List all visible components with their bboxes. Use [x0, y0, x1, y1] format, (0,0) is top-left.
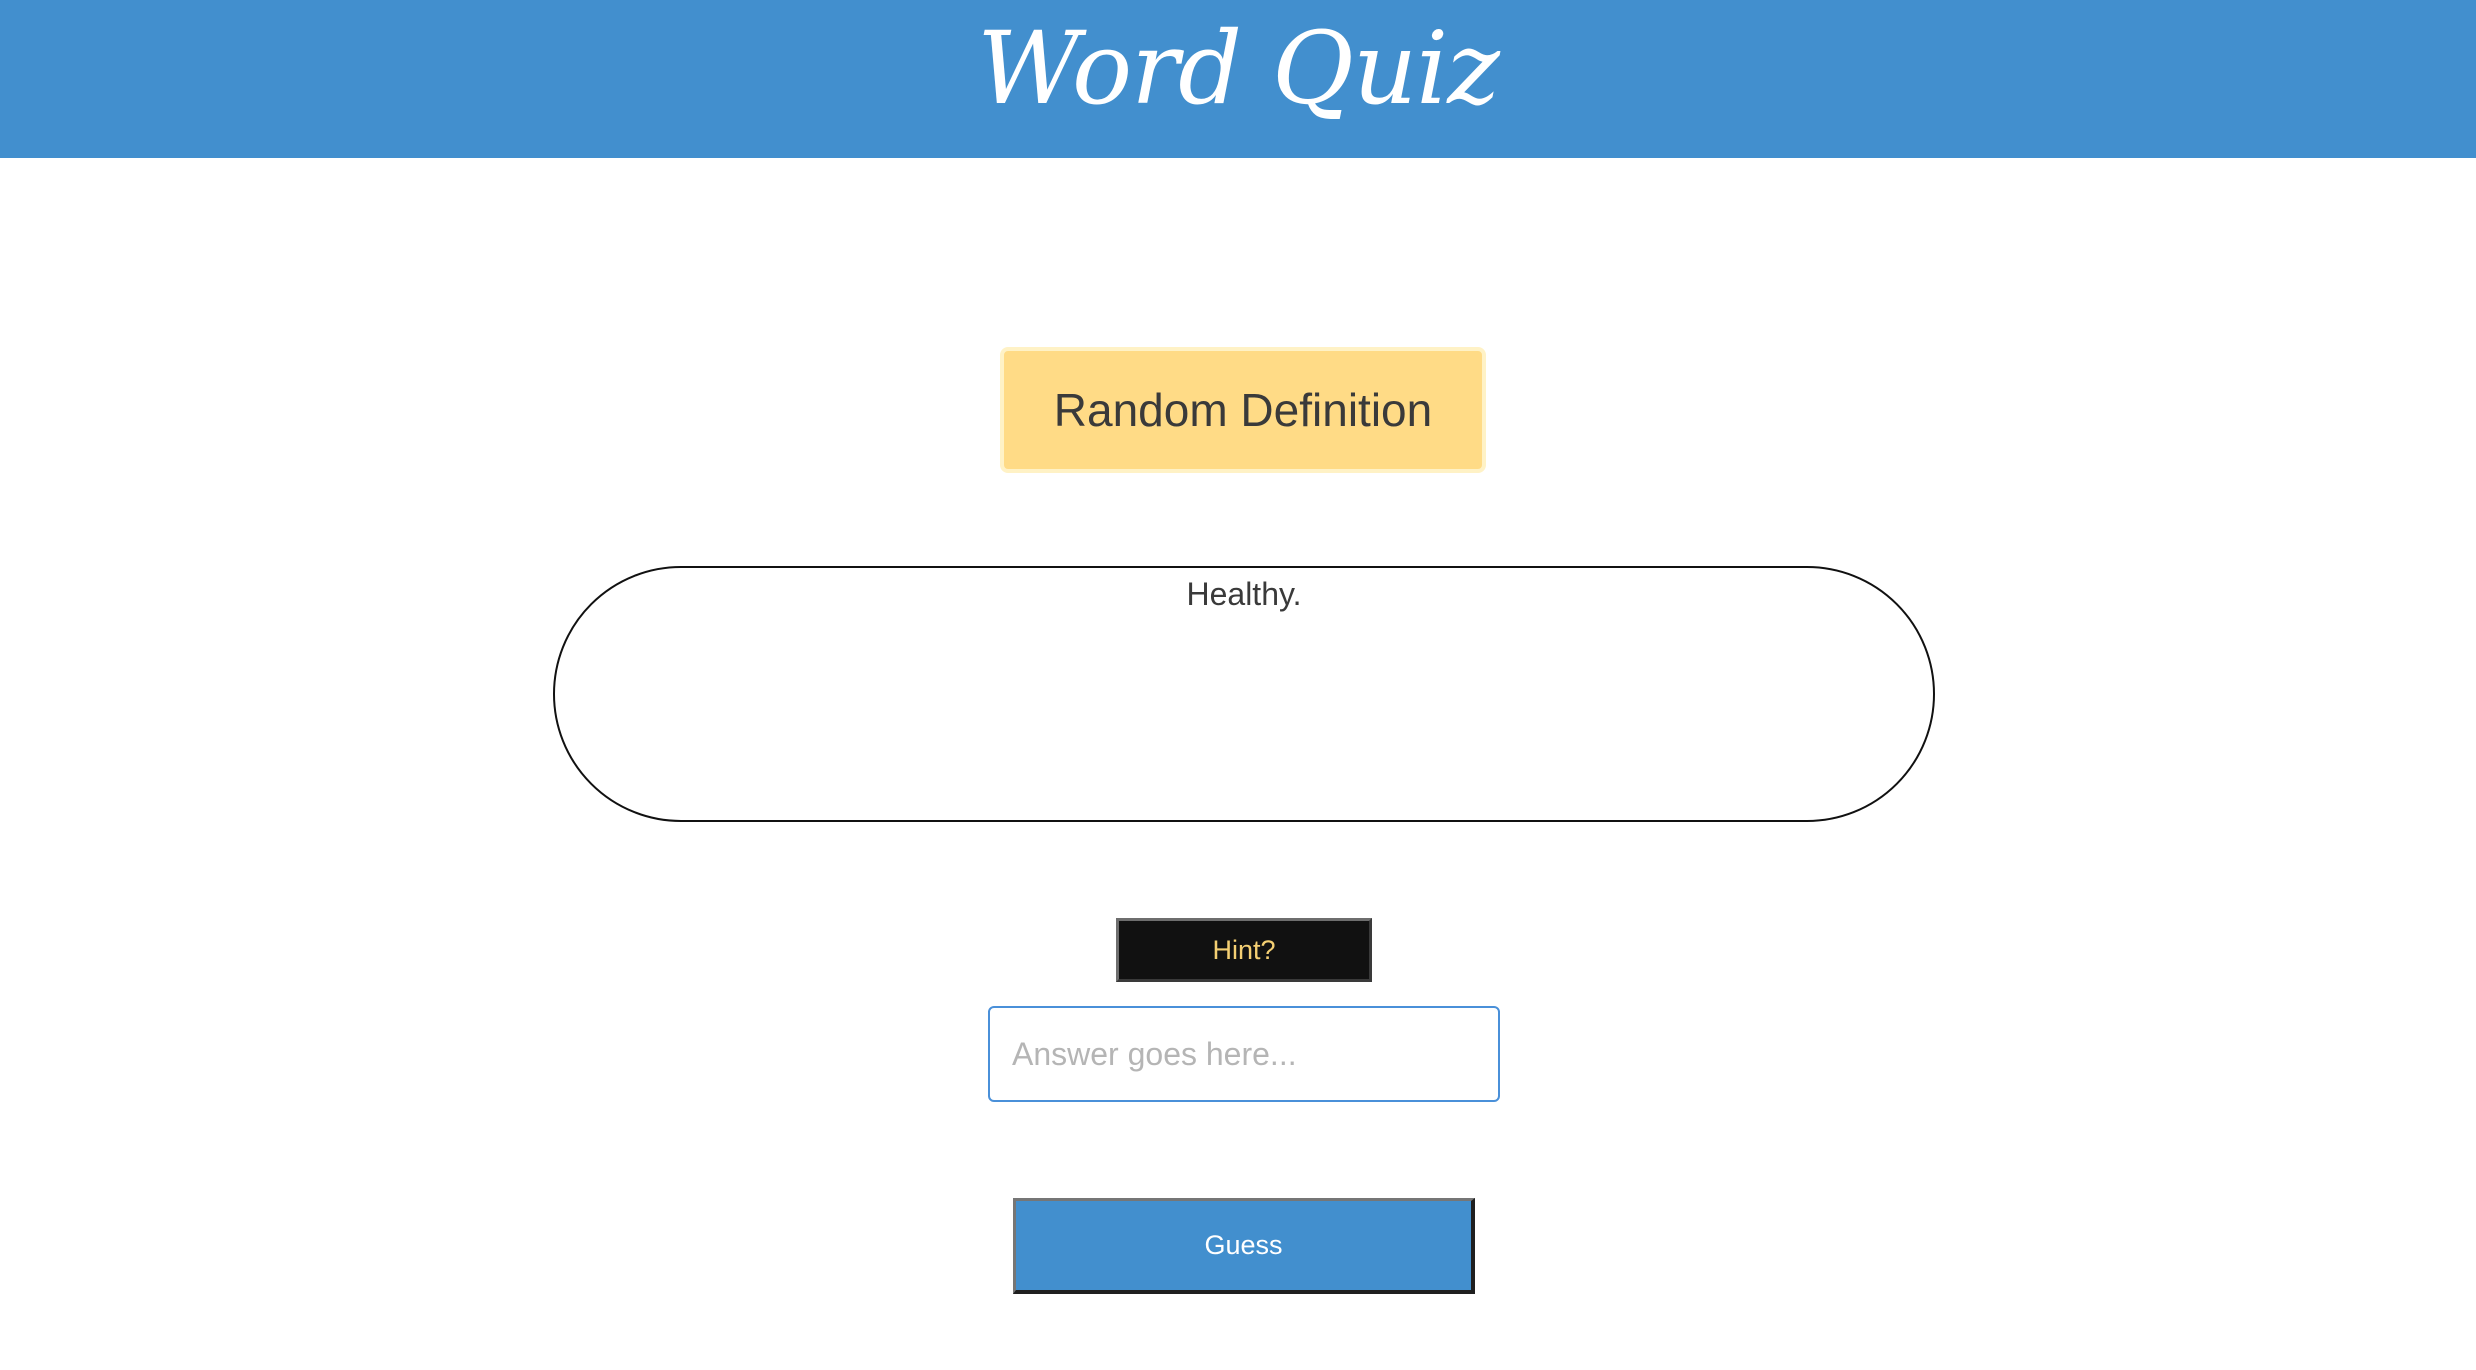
answer-input[interactable]: [988, 1006, 1500, 1102]
app-header: Word Quiz: [0, 0, 2476, 158]
random-definition-button[interactable]: Random Definition: [1000, 347, 1486, 473]
guess-button[interactable]: Guess: [1013, 1198, 1475, 1294]
definition-display: Healthy.: [553, 566, 1935, 822]
definition-text: Healthy.: [1186, 576, 1302, 612]
hint-button[interactable]: Hint?: [1116, 918, 1372, 982]
page: Word Quiz Random Definition Healthy. Hin…: [0, 0, 2476, 1370]
app-title: Word Quiz: [977, 10, 1500, 127]
